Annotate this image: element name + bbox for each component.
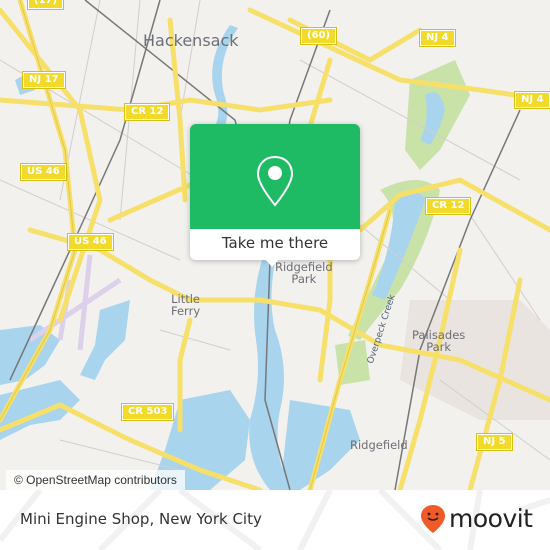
road-shield: NJ 4: [419, 29, 456, 47]
map-pin-icon: [256, 155, 294, 207]
take-me-there-button[interactable]: Take me there: [190, 229, 360, 260]
moovit-logo[interactable]: moovit: [420, 504, 533, 534]
road-shield: CR 12: [123, 103, 171, 121]
map-view[interactable]: Hackensack Little Ferry Ridgefield Park …: [0, 0, 550, 490]
popup-header[interactable]: [190, 124, 360, 229]
map-attribution[interactable]: © OpenStreetMap contributors: [6, 470, 185, 490]
water-area: [0, 325, 60, 385]
road-shield: NJ 17: [22, 71, 66, 89]
moovit-pin-icon: [421, 505, 445, 533]
place-label-hackensack: Hackensack: [143, 31, 239, 50]
place-label-palisades-park: Palisades Park: [412, 328, 466, 354]
road-shield: NJ 5: [476, 433, 513, 451]
road-shield: US 46: [67, 233, 114, 251]
popup-pointer: [264, 258, 280, 267]
road-shield: CR 503: [120, 403, 175, 421]
water-area: [80, 300, 130, 380]
place-label-little-ferry: Little Ferry: [171, 292, 201, 318]
road-shield: (17): [26, 0, 65, 10]
place-label-ridgefield-park: Ridgefield Park: [275, 260, 333, 286]
road-shield: CR 12: [424, 197, 472, 215]
footer-bar: Mini Engine Shop, New York City moovit: [0, 490, 550, 550]
moovit-wordmark: moovit: [449, 504, 533, 533]
location-popup[interactable]: Take me there: [190, 124, 360, 267]
location-title: Mini Engine Shop, New York City: [20, 510, 262, 528]
place-label-ridgefield: Ridgefield: [350, 438, 408, 452]
road-shield: US 46: [20, 163, 67, 181]
road-shield: (60): [299, 27, 338, 45]
road-shield: NJ 4: [514, 91, 550, 109]
